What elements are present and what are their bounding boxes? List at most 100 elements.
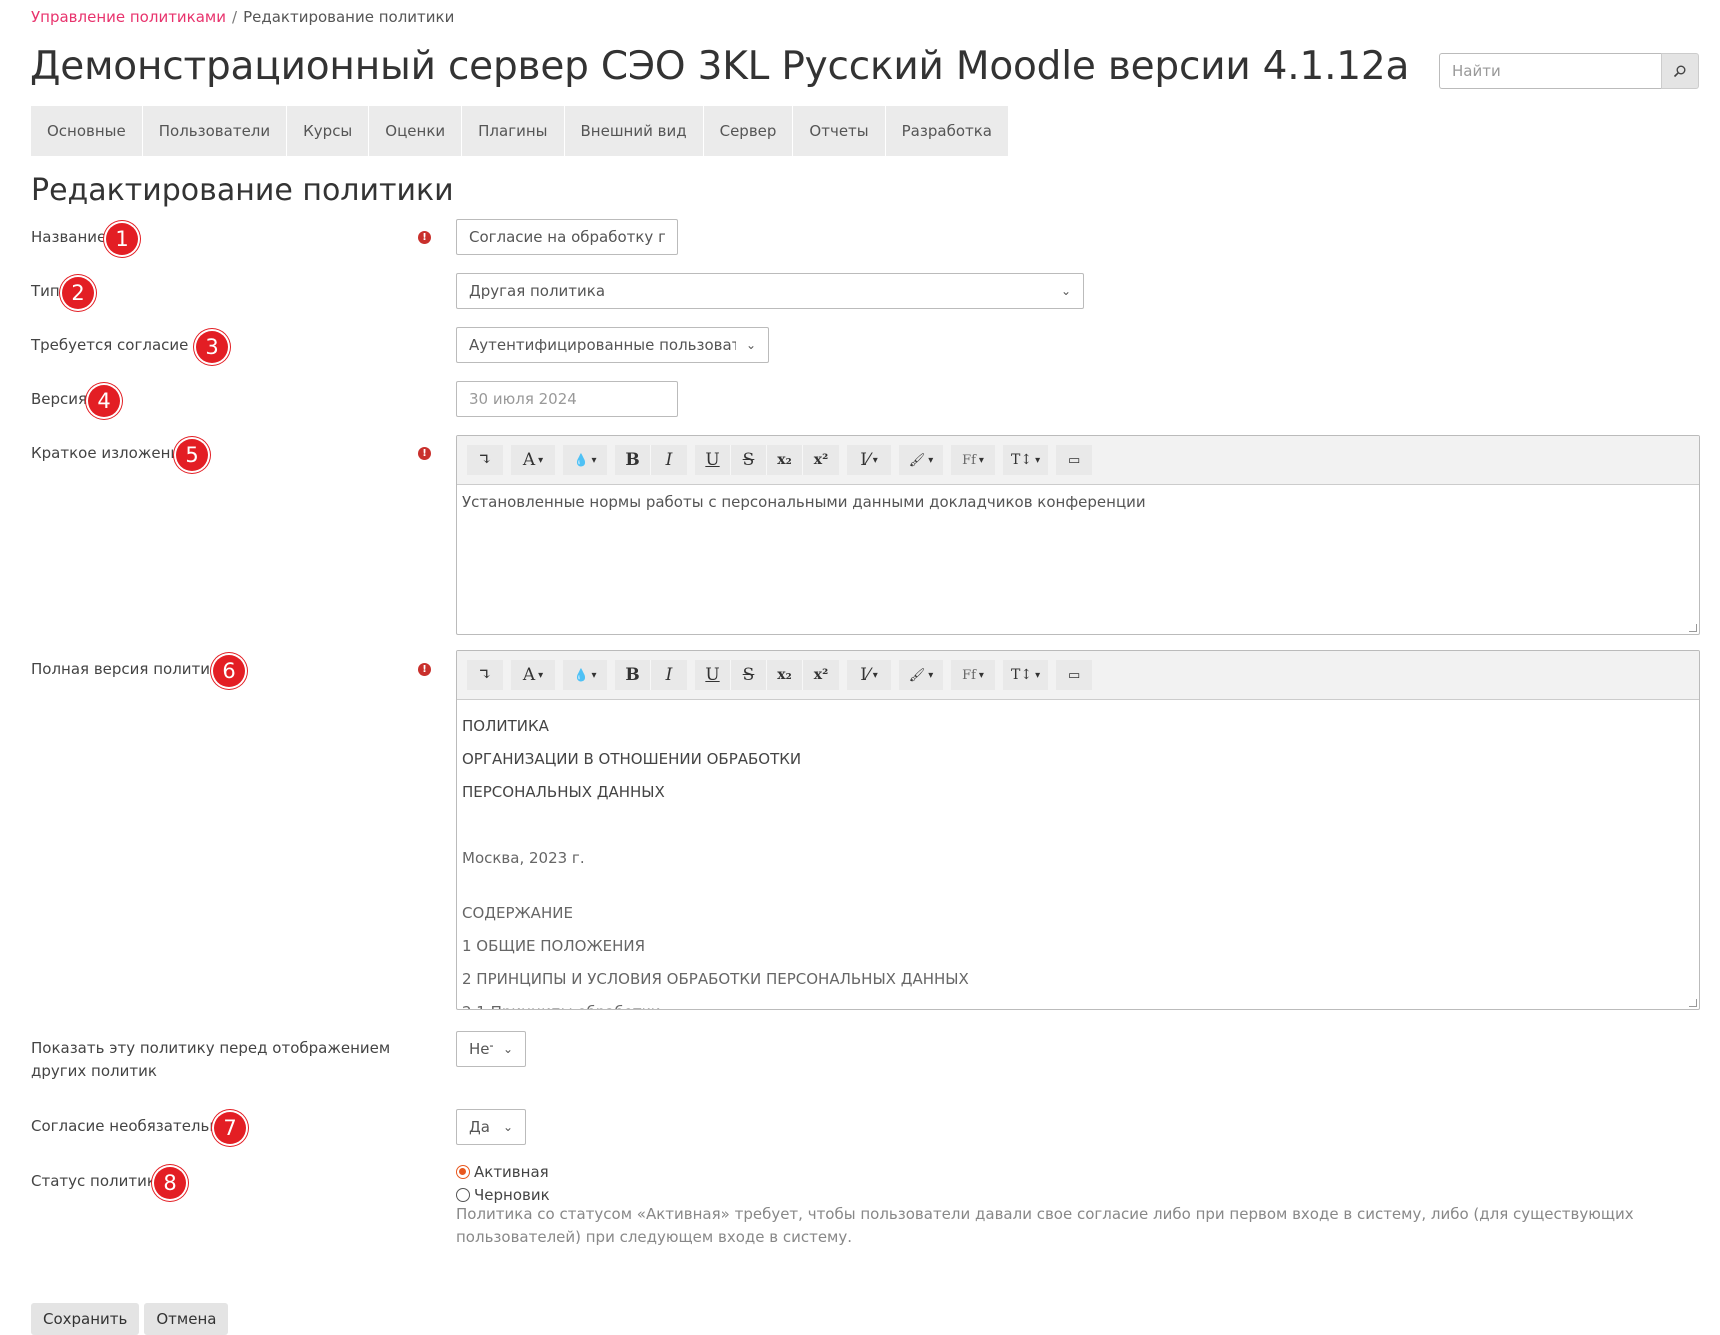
tab-courses[interactable]: Курсы [287,106,370,156]
form-actions: Сохранить Отмена [31,1303,229,1335]
dropdown-icon: ▾ [978,454,984,466]
chevron-down-icon: ⌄ [1060,284,1071,298]
strikethrough-icon[interactable]: S [731,660,767,690]
dropdown-icon: ▾ [928,454,934,466]
tab-grades[interactable]: Оценки [369,106,463,156]
clear-format-glyph: I⁄ [860,450,870,470]
policy-line: ОРГАНИЗАЦИИ В ОТНОШЕНИИ ОБРАБОТКИ [462,750,802,768]
policy-line: ПОЛИТИКА [462,717,549,735]
required-icon: ! [418,231,431,244]
search-input[interactable]: Найти [1439,53,1661,89]
summary-editor-content[interactable]: Установленные нормы работы с персональны… [457,485,1699,521]
search-button[interactable] [1661,53,1699,89]
strikethrough-icon[interactable]: S [731,445,767,475]
font-size-icon[interactable]: T↕ ▾ [1003,445,1049,475]
background-color-glyph: 💧 [573,668,589,682]
radio-button-checked[interactable] [456,1165,470,1179]
background-color-icon[interactable]: 💧 ▾ [563,445,607,475]
optional-consent-select[interactable]: Да ⌄ [456,1109,526,1145]
dropdown-icon: ▾ [1035,454,1041,466]
background-color-glyph: 💧 [573,453,589,467]
brush-glyph: 🖌 [908,452,926,468]
name-input-value: Согласие на обработку пер [469,228,665,246]
bold-icon[interactable]: B [615,445,651,475]
show-before-value: Нет [469,1040,493,1058]
chevron-down-icon: ⌄ [745,338,756,352]
italic-icon[interactable]: I [651,660,687,690]
save-button[interactable]: Сохранить [31,1303,140,1335]
consent-from-select[interactable]: Аутентифицированные пользователи ⌄ [456,327,769,363]
marker-7: 7 [214,1112,246,1144]
tab-server[interactable]: Сервер [704,106,794,156]
admin-nav-tabs: Основные Пользователи Курсы Оценки Плаги… [31,106,1008,156]
version-input-value: 30 июля 2024 [469,390,577,408]
html-icon[interactable]: ▭ [1056,445,1093,475]
breadcrumb-link-policies[interactable]: Управление политиками [31,8,226,26]
full-policy-editor-content[interactable]: ПОЛИТИКА ОРГАНИЗАЦИИ В ОТНОШЕНИИ ОБРАБОТ… [457,700,1699,1009]
dropdown-icon: ▾ [978,669,984,681]
marker-2: 2 [62,277,94,309]
dropdown-icon: ▾ [538,669,544,681]
superscript-icon[interactable]: x² [803,445,839,475]
type-select-value: Другая политика [469,282,606,300]
required-icon: ! [418,663,431,676]
subscript-icon[interactable]: x₂ [767,660,803,690]
font-size-glyph: T↕ [1011,667,1033,683]
status-option-draft[interactable]: Черновик [456,1186,550,1204]
dropdown-icon: ▾ [1035,669,1041,681]
status-option-label: Активная [474,1163,549,1181]
font-color-glyph: A [522,450,536,470]
collapse-icon[interactable]: ↴ [467,445,503,475]
policy-line: 2 ПРИНЦИПЫ И УСЛОВИЯ ОБРАБОТКИ ПЕРСОНАЛЬ… [462,970,969,988]
font-color-icon[interactable]: A ▾ [511,445,555,475]
version-input[interactable]: 30 июля 2024 [456,381,678,417]
policy-line: ПЕРСОНАЛЬНЫХ ДАННЫХ [462,783,665,801]
show-before-label: Показать эту политику перед отображением… [31,1039,391,1080]
font-family-glyph: Ff [962,452,976,468]
font-color-icon[interactable]: A ▾ [511,660,555,690]
show-before-select[interactable]: Нет ⌄ [456,1031,526,1067]
tab-development[interactable]: Разработка [886,106,1008,156]
clear-format-glyph: I⁄ [860,665,870,685]
tab-reports[interactable]: Отчеты [793,106,886,156]
font-family-icon[interactable]: Ff ▾ [951,660,995,690]
brush-icon[interactable]: 🖌 ▾ [899,660,943,690]
chevron-down-icon: ⌄ [502,1120,513,1134]
policy-line: 1 ОБЩИЕ ПОЛОЖЕНИЯ [462,937,646,955]
tab-plugins[interactable]: Плагины [462,106,565,156]
tab-users[interactable]: Пользователи [143,106,288,156]
resize-handle[interactable] [1689,999,1697,1007]
site-title: Демонстрационный сервер СЭО 3KL Русский … [30,44,1410,89]
brush-icon[interactable]: 🖌 ▾ [899,445,943,475]
type-select[interactable]: Другая политика ⌄ [456,273,1084,309]
collapse-icon[interactable]: ↴ [467,660,503,690]
consent-from-value: Аутентифицированные пользователи [469,336,736,354]
font-family-icon[interactable]: Ff ▾ [951,445,995,475]
policy-line: 2.1 Принципы обработки [462,996,1694,1009]
name-input[interactable]: Согласие на обработку пер [456,219,678,255]
background-color-icon[interactable]: 💧 ▾ [563,660,607,690]
superscript-icon[interactable]: x² [803,660,839,690]
bold-icon[interactable]: B [615,660,651,690]
breadcrumb: Управление политиками / Редактирование пол… [31,8,454,26]
cancel-button[interactable]: Отмена [144,1303,229,1335]
tab-appearance[interactable]: Внешний вид [565,106,704,156]
chevron-down-icon: ⌄ [502,1042,513,1056]
status-help-text: Политика со статусом «Активная» требует,… [456,1205,1634,1246]
dropdown-icon: ▾ [872,669,878,681]
status-option-active[interactable]: Активная [456,1163,549,1181]
policy-line: Москва, 2023 г. [462,849,585,867]
html-icon[interactable]: ▭ [1056,660,1093,690]
clear-format-icon[interactable]: I⁄ ▾ [847,445,891,475]
tab-general[interactable]: Основные [31,106,143,156]
marker-3: 3 [196,331,228,363]
radio-button[interactable] [456,1188,470,1202]
italic-icon[interactable]: I [651,445,687,475]
status-label: Статус политики [31,1172,166,1190]
resize-handle[interactable] [1689,624,1697,632]
font-size-icon[interactable]: T↕ ▾ [1003,660,1049,690]
underline-icon[interactable]: U [695,445,731,475]
underline-icon[interactable]: U [695,660,731,690]
clear-format-icon[interactable]: I⁄ ▾ [847,660,891,690]
subscript-icon[interactable]: x₂ [767,445,803,475]
